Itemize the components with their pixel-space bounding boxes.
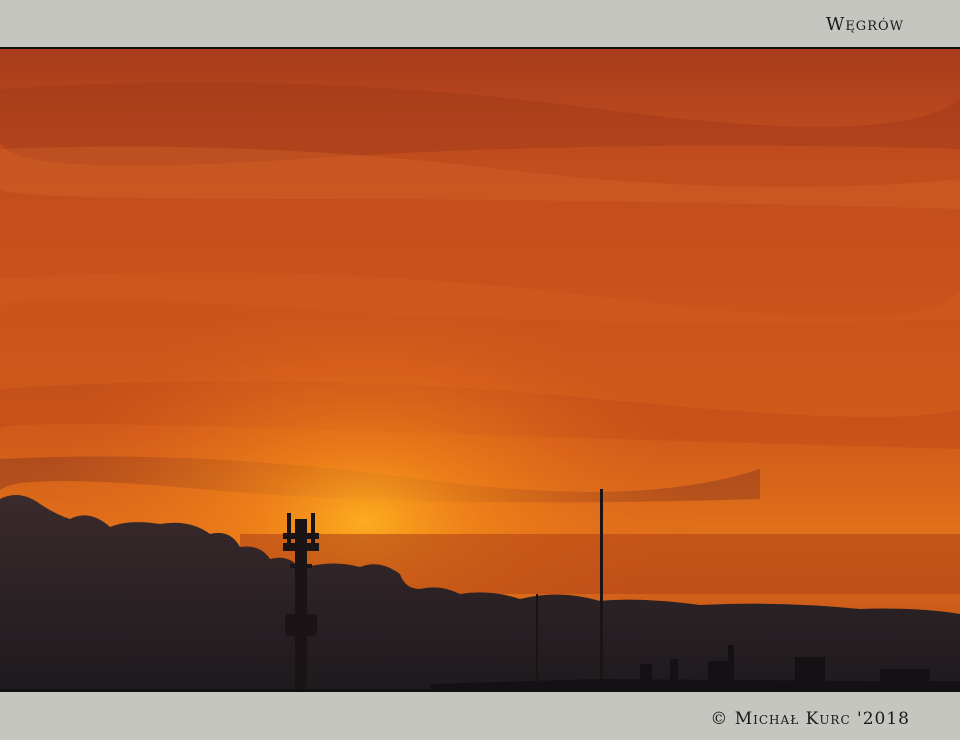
- header-bar: Węgrów: [0, 0, 960, 47]
- sunset-photo-image: [0, 49, 960, 689]
- photo-title: Węgrów: [825, 14, 904, 35]
- footer-bar: © Michał Kurc '2018: [0, 692, 960, 740]
- copyright-credit: © Michał Kurc '2018: [710, 709, 910, 729]
- sunset-photo: [0, 47, 960, 692]
